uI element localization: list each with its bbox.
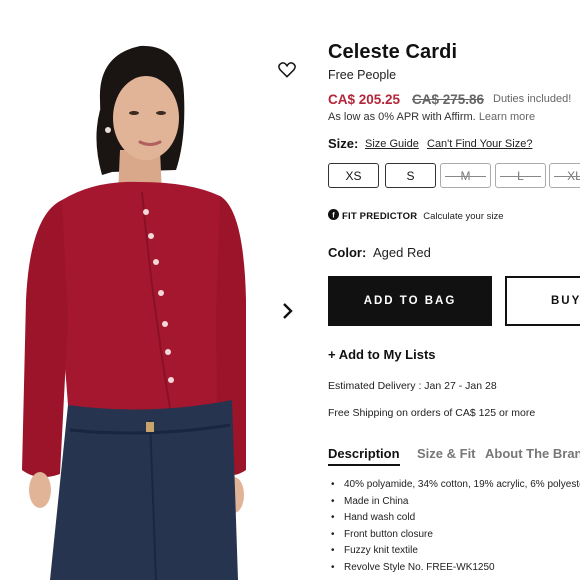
cant-find-size-link[interactable]: Can't Find Your Size? bbox=[427, 138, 532, 150]
affirm-text: As low as 0% APR with Affirm. Learn more bbox=[328, 111, 535, 123]
add-to-lists-link[interactable]: + Add to My Lists bbox=[328, 347, 436, 362]
fit-predictor[interactable]: f FIT PREDICTOR Calculate your size bbox=[328, 209, 504, 223]
size-guide-link[interactable]: Size Guide bbox=[365, 138, 419, 150]
size-label: Size: bbox=[328, 136, 359, 151]
product-image[interactable] bbox=[0, 0, 300, 580]
list-item: Made in China bbox=[330, 496, 580, 513]
color-label: Color: bbox=[328, 245, 367, 260]
calculate-size-link[interactable]: Calculate your size bbox=[423, 211, 503, 222]
free-shipping-note: Free Shipping on orders of CA$ 125 or mo… bbox=[328, 407, 536, 419]
tab-description[interactable]: Description bbox=[328, 446, 400, 466]
duties-note: Duties included! bbox=[493, 93, 572, 105]
list-item: 40% polyamide, 34% cotton, 19% acrylic, … bbox=[330, 479, 580, 496]
product-title: Celeste Cardi bbox=[328, 41, 458, 63]
add-to-bag-button[interactable]: ADD TO BAG bbox=[328, 276, 492, 326]
sale-price: CA$ 205.25 bbox=[328, 92, 401, 107]
size-option-l[interactable]: L bbox=[495, 163, 546, 188]
list-item: Hand wash cold bbox=[330, 512, 580, 529]
tab-size-fit[interactable]: Size & Fit bbox=[417, 446, 476, 461]
fit-predictor-icon: f bbox=[328, 209, 339, 223]
heart-icon[interactable] bbox=[277, 60, 297, 80]
model-illustration bbox=[22, 45, 246, 580]
list-item: Front button closure bbox=[330, 529, 580, 546]
list-item: Revolve Style No. FREE-WK1250 bbox=[330, 562, 580, 579]
color-value: Aged Red bbox=[373, 245, 431, 260]
description-list: 40% polyamide, 34% cotton, 19% acrylic, … bbox=[330, 479, 580, 579]
size-option-m[interactable]: M bbox=[440, 163, 491, 188]
product-brand[interactable]: Free People bbox=[328, 68, 396, 82]
size-option-s[interactable]: S bbox=[385, 163, 436, 188]
learn-more-link[interactable]: Learn more bbox=[479, 111, 535, 123]
size-option-xl[interactable]: XL bbox=[549, 163, 580, 188]
affirm-message: As low as 0% APR with Affirm. bbox=[328, 111, 476, 123]
original-price: CA$ 275.86 bbox=[412, 92, 485, 107]
chevron-right-icon[interactable] bbox=[280, 301, 296, 321]
fit-predictor-label: FIT PREDICTOR bbox=[342, 210, 418, 222]
estimated-delivery: Estimated Delivery : Jan 27 - Jan 28 bbox=[328, 380, 497, 392]
tab-about-brand[interactable]: About The Brand bbox=[485, 446, 580, 461]
buy-button[interactable]: BUY bbox=[505, 276, 580, 326]
list-item: Fuzzy knit textile bbox=[330, 545, 580, 562]
size-option-xs[interactable]: XS bbox=[328, 163, 379, 188]
